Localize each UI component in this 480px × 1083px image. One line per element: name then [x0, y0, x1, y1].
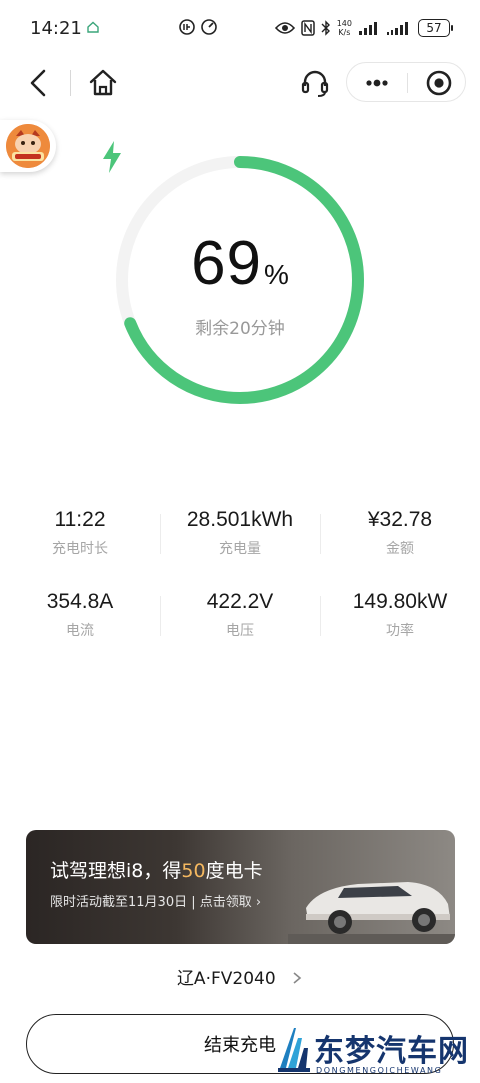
nav-divider — [70, 70, 71, 96]
signal-icon — [359, 22, 377, 35]
stat-label: 充电时长 — [52, 541, 108, 557]
status-bar: 14:21 140 K/s 57 — [0, 0, 480, 56]
banner-title-prefix: 试驾理想i8，得 — [50, 860, 182, 882]
mascot-avatar-icon — [6, 124, 50, 168]
eye-icon — [274, 22, 295, 34]
nav-bar — [0, 56, 480, 108]
chevron-left-icon[interactable] — [22, 66, 56, 100]
battery-indicator: 57 — [418, 19, 453, 37]
chevron-right-icon — [293, 972, 302, 984]
end-charge-label: 结束充电 — [204, 1035, 276, 1056]
bluetooth-icon — [321, 20, 330, 36]
stat-amount: ¥32.78 金额 — [320, 508, 480, 558]
stat-value: 422.2V — [206, 590, 274, 613]
stat-power: 149.80kW 功率 — [320, 590, 480, 640]
plate-selector[interactable]: 辽A·FV2040 — [0, 964, 480, 989]
net-speed: 140 K/s — [337, 19, 352, 37]
stat-label: 电流 — [66, 623, 94, 639]
headset-icon[interactable] — [298, 66, 332, 100]
banner-title-suffix: 度电卡 — [205, 860, 263, 882]
banner-title: 试驾理想i8，得50度电卡 — [50, 856, 263, 883]
stat-value: 28.501kWh — [186, 508, 294, 531]
percent-unit: % — [264, 259, 289, 290]
status-right-group: 140 K/s 57 — [274, 16, 453, 40]
floating-app-badge[interactable] — [0, 120, 56, 172]
mini-program-capsule — [346, 62, 466, 102]
target-icon[interactable] — [425, 69, 453, 97]
charging-gauge: 69% 剩余20分钟 — [100, 140, 380, 420]
banner-subtitle: 限时活动截至11月30日 | 点击领取 › — [50, 895, 262, 910]
stat-current: 354.8A 电流 — [0, 590, 160, 640]
net-speed-value: 140 — [336, 19, 352, 28]
nfc-icon — [300, 20, 315, 36]
more-dots-icon[interactable] — [363, 69, 391, 97]
lightning-bolt-icon — [103, 141, 121, 173]
promo-banner[interactable]: 试驾理想i8，得50度电卡 限时活动截至11月30日 | 点击领取 › — [26, 830, 455, 944]
watermark-brand: 东梦汽车网 — [314, 1034, 469, 1069]
stat-label: 功率 — [386, 623, 414, 639]
watermark-domain: DONGMENGQICHEWANG — [316, 1066, 443, 1075]
net-speed-unit: K/s — [338, 28, 351, 37]
percent-value: 69 — [191, 229, 263, 298]
stat-value: 149.80kW — [352, 590, 448, 613]
battery-level: 57 — [426, 21, 442, 35]
home-status-icon — [87, 21, 99, 33]
plate-number: 辽A·FV2040 — [176, 969, 276, 989]
stat-value: ¥32.78 — [367, 508, 433, 531]
remaining-time: 剩余20分钟 — [195, 319, 285, 339]
stat-voltage: 422.2V 电压 — [160, 590, 320, 640]
stat-energy: 28.501kWh 充电量 — [160, 508, 320, 558]
capsule-divider — [407, 73, 408, 93]
speedometer-status-icon — [201, 19, 217, 35]
banner-title-highlight: 50 — [181, 860, 206, 882]
sync-status-icon — [179, 19, 195, 35]
charge-percentage: 69% — [100, 228, 380, 299]
watermark-logo-icon — [278, 1028, 310, 1072]
signal-2-icon — [387, 22, 408, 35]
car-image-icon — [288, 882, 455, 944]
home-icon[interactable] — [86, 66, 120, 100]
stat-label: 金额 — [386, 541, 414, 557]
status-time: 14:21 — [30, 18, 82, 39]
stat-label: 电压 — [226, 623, 254, 639]
stat-label: 充电量 — [219, 541, 261, 557]
watermark: 东梦汽车网 DONGMENGQICHEWANG — [276, 1020, 480, 1083]
stat-duration: 11:22 充电时长 — [0, 508, 160, 558]
stat-value: 11:22 — [54, 508, 106, 531]
stat-value: 354.8A — [46, 590, 114, 613]
